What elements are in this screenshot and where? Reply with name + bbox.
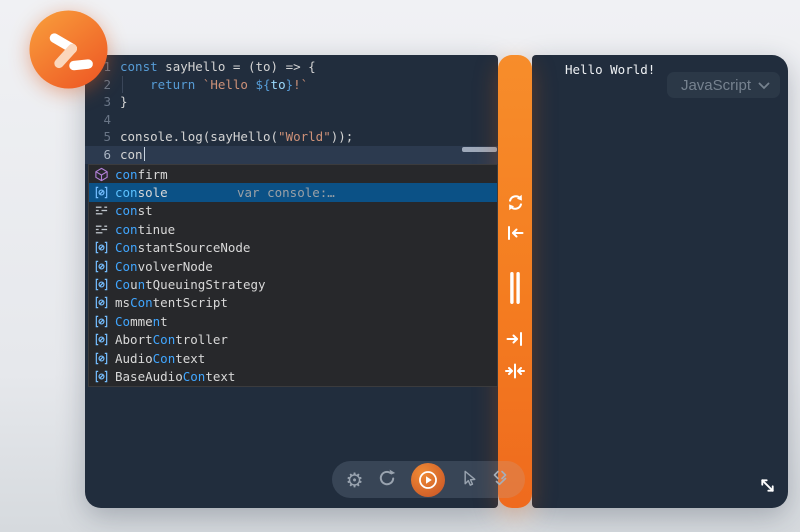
- run-button[interactable]: [411, 463, 445, 497]
- code-check-icon: [491, 468, 511, 491]
- code-text: return `Hello ${to}!`: [120, 76, 308, 94]
- variable-icon: [93, 185, 109, 201]
- variable-icon: [93, 368, 109, 384]
- play-icon: [411, 463, 445, 497]
- reset-split-icon: [505, 361, 525, 384]
- language-selector[interactable]: JavaScript: [667, 72, 780, 98]
- suggestion-label: console: [115, 185, 168, 200]
- code-line[interactable]: 2 return `Hello ${to}!`: [85, 76, 498, 94]
- suggestion-item[interactable]: Comment: [89, 312, 497, 330]
- suggestion-label: Comment: [115, 314, 168, 329]
- suggestion-label: ConstantSourceNode: [115, 240, 250, 255]
- collapse-left-icon: [505, 223, 525, 246]
- suggestion-item[interactable]: BaseAudioContext: [89, 367, 497, 385]
- suggestion-label: CountQueuingStrategy: [115, 277, 266, 292]
- suggestion-item[interactable]: AbortController: [89, 331, 497, 349]
- keyword-icon: [93, 203, 109, 219]
- suggestion-label: const: [115, 203, 153, 218]
- code-line[interactable]: 5 console.log(sayHello("World"));: [85, 128, 498, 146]
- scrollbar-thumb[interactable]: [462, 147, 497, 152]
- suggestion-item[interactable]: CountQueuingStrategy: [89, 275, 497, 293]
- variable-icon: [93, 295, 109, 311]
- gear-icon: ⚙: [346, 470, 364, 490]
- code-text: console.log(sayHello("World"));: [120, 128, 353, 146]
- code-line[interactable]: 1const sayHello = (to) => {: [85, 58, 498, 76]
- code-text: const sayHello = (to) => {: [120, 58, 316, 76]
- code-text: }: [120, 93, 128, 111]
- code-line[interactable]: 3}: [85, 93, 498, 111]
- suggestion-item[interactable]: ConstantSourceNode: [89, 239, 497, 257]
- collapse-right-button[interactable]: [504, 329, 526, 351]
- suggestion-label: BaseAudioContext: [115, 369, 235, 384]
- variable-icon: [93, 350, 109, 366]
- rerun-button[interactable]: [377, 468, 397, 491]
- suggestion-item[interactable]: AudioContext: [89, 349, 497, 367]
- code-lines: 1const sayHello = (to) => {2 return `Hel…: [85, 58, 498, 164]
- code-line[interactable]: 4: [85, 111, 498, 129]
- suggestion-label: continue: [115, 222, 175, 237]
- language-label: JavaScript: [681, 77, 751, 94]
- drag-handle[interactable]: [504, 271, 526, 307]
- line-number: 3: [85, 93, 111, 111]
- suggestion-item[interactable]: msContentScript: [89, 294, 497, 312]
- collapse-left-button[interactable]: [504, 223, 526, 245]
- suggestion-label: ConvolverNode: [115, 259, 213, 274]
- reset-split-button[interactable]: [504, 361, 526, 383]
- suggestion-label: msContentScript: [115, 295, 228, 310]
- line-number: 4: [85, 111, 111, 129]
- text-cursor: [144, 147, 146, 161]
- variable-icon: [93, 277, 109, 293]
- terminal-prompt-icon: [29, 76, 108, 93]
- chevron-down-icon: [758, 77, 770, 94]
- suggestion-list: confirm console var console:… const continue…: [89, 165, 497, 386]
- suggestion-item[interactable]: ConvolverNode: [89, 257, 497, 275]
- code-line[interactable]: 6 con: [85, 146, 498, 164]
- split-divider[interactable]: [498, 55, 532, 508]
- swap-panels-button[interactable]: [504, 193, 526, 215]
- console-panel: Hello World! JavaScript: [532, 55, 788, 508]
- line-number: 5: [85, 128, 111, 146]
- drag-handle-icon: [505, 270, 525, 309]
- variable-icon: [93, 313, 109, 329]
- expand-panel-button[interactable]: [755, 473, 780, 501]
- refresh-icon: [377, 468, 397, 491]
- console-output: Hello World!: [565, 62, 655, 77]
- autocomplete-popup: confirm console var console:… const continue…: [88, 164, 498, 387]
- variable-icon: [93, 332, 109, 348]
- sync-icon: [505, 192, 526, 216]
- suggestion-label: AbortController: [115, 332, 228, 347]
- settings-button[interactable]: ⚙: [346, 470, 364, 490]
- run-toolbar: ⚙: [332, 461, 525, 498]
- code-editor[interactable]: 1const sayHello = (to) => {2 return `Hel…: [85, 58, 498, 164]
- collapse-right-icon: [505, 329, 525, 352]
- suggestion-item[interactable]: console var console:…: [89, 183, 497, 201]
- suggestion-item[interactable]: confirm: [89, 165, 497, 183]
- resize-diagonal-icon: [755, 486, 780, 501]
- indent-guide: [122, 76, 123, 94]
- suggestion-item[interactable]: continue: [89, 220, 497, 238]
- cursor-mode-button[interactable]: [459, 469, 478, 491]
- variable-icon: [93, 258, 109, 274]
- suggestion-item[interactable]: const: [89, 202, 497, 220]
- method-icon: [93, 166, 109, 182]
- suggestion-label: confirm: [115, 167, 168, 182]
- code-text: con: [120, 146, 145, 164]
- app-logo[interactable]: [29, 10, 108, 89]
- suggestion-label: AudioContext: [115, 351, 205, 366]
- mouse-pointer-icon: [459, 469, 478, 491]
- suggestion-detail: var console:…: [237, 185, 335, 200]
- keyword-icon: [93, 221, 109, 237]
- playground-app: 1const sayHello = (to) => {2 return `Hel…: [0, 0, 800, 532]
- line-number: 6: [85, 146, 111, 164]
- variable-icon: [93, 240, 109, 256]
- format-code-button[interactable]: [491, 468, 511, 491]
